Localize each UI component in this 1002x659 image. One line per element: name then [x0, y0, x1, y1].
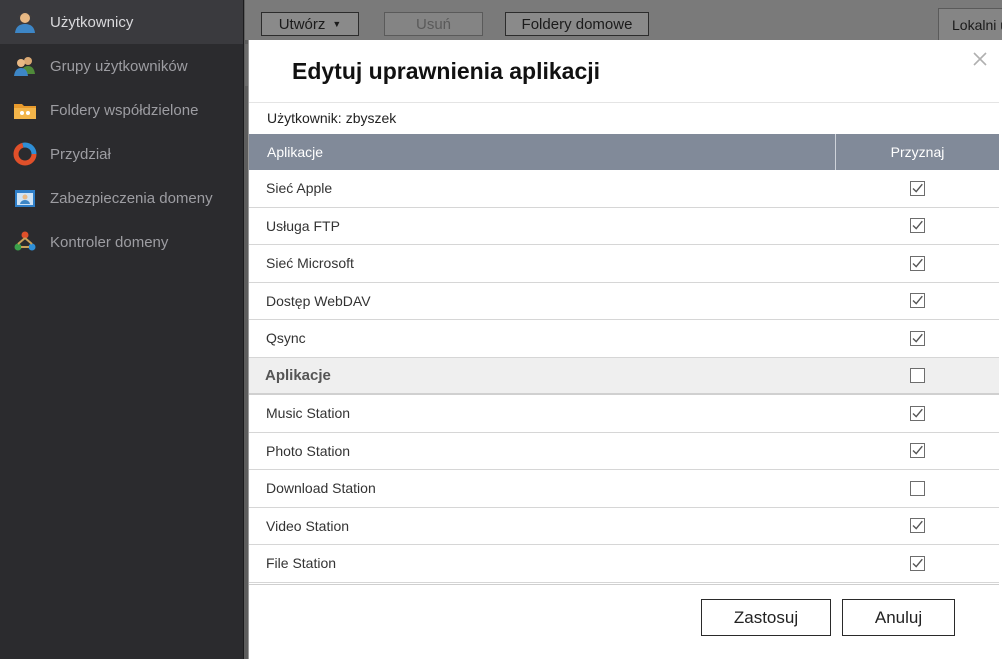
table-row: Photo Station — [249, 433, 999, 470]
dialog-title: Edytuj uprawnienia aplikacji — [292, 58, 601, 84]
grant-checkbox[interactable] — [910, 330, 925, 346]
shared-folder-icon — [12, 97, 38, 123]
apply-button[interactable]: Zastosuj — [701, 599, 831, 636]
row-label: Photo Station — [266, 442, 351, 459]
grant-checkbox[interactable] — [910, 480, 925, 496]
column-header-grant: Przyznaj — [890, 144, 945, 160]
grant-checkbox[interactable] — [910, 443, 925, 459]
sidebar-item-quota[interactable]: Przydział — [0, 132, 243, 176]
table-row: Video Station — [249, 508, 999, 545]
domain-security-icon — [12, 185, 38, 211]
check-icon — [912, 446, 923, 455]
domain-controller-icon — [12, 229, 38, 255]
check-icon — [912, 558, 923, 568]
local-users-label: Lokalni u — [952, 17, 1002, 33]
quota-icon — [12, 141, 38, 167]
check-icon — [912, 333, 923, 343]
sidebar-item-shared-folders[interactable]: Foldery współdzielone — [0, 88, 243, 132]
row-label: Download Station — [266, 480, 376, 497]
local-users-selector[interactable]: Lokalni u — [938, 8, 1002, 42]
table-row: Sieć Microsoft — [249, 245, 999, 283]
cancel-button[interactable]: Anuluj — [842, 599, 955, 636]
check-icon — [912, 408, 923, 418]
create-button[interactable]: Utwórz ▼ — [261, 12, 359, 36]
user-label: Użytkownik: — [267, 110, 342, 126]
table-row: Sieć Apple — [249, 170, 999, 208]
sidebar-item-user-groups[interactable]: Grupy użytkowników — [0, 44, 243, 88]
home-folders-button-label: Foldery domowe — [521, 15, 633, 33]
group-row-applications: Aplikacje — [249, 357, 999, 395]
table-row: Dostęp WebDAV — [249, 283, 999, 320]
row-label: Music Station — [266, 405, 351, 422]
group-label: Aplikacje — [265, 366, 331, 384]
sidebar-item-label: Grupy użytkowników — [50, 57, 188, 75]
edit-app-permissions-dialog: Edytuj uprawnienia aplikacji Użytkownik:… — [248, 40, 1002, 659]
row-label: File Station — [266, 555, 337, 572]
footer-divider — [249, 584, 999, 585]
user-value: zbyszek — [345, 110, 397, 126]
grant-checkbox[interactable] — [910, 218, 925, 234]
grant-checkbox[interactable] — [910, 293, 925, 309]
sidebar-item-label: Kontroler domeny — [50, 233, 169, 251]
table-row: File Station — [249, 545, 999, 583]
row-label: Sieć Microsoft — [266, 255, 354, 272]
row-label: Usługa FTP — [266, 217, 340, 234]
table-row: Download Station — [249, 470, 999, 508]
home-folders-button[interactable]: Foldery domowe — [505, 12, 649, 36]
table-row: Usługa FTP — [249, 208, 999, 245]
check-icon — [912, 521, 923, 530]
sidebar-item-label: Foldery współdzielone — [50, 101, 199, 119]
divider — [249, 102, 999, 103]
sidebar-item-label: Zabezpieczenia domeny — [50, 189, 213, 207]
table-row: Music Station — [249, 395, 999, 433]
grant-checkbox[interactable] — [910, 255, 925, 271]
column-header-app: Aplikacje — [249, 134, 836, 170]
check-icon — [912, 221, 923, 230]
apply-button-label: Zastosuj — [733, 607, 799, 627]
check-icon — [912, 258, 923, 268]
row-label: Dostęp WebDAV — [266, 292, 371, 309]
grant-checkbox[interactable] — [910, 555, 925, 571]
row-label: Qsync — [266, 330, 306, 347]
sidebar-item-label: Użytkownicy — [50, 13, 134, 31]
row-label: Sieć Apple — [266, 180, 333, 197]
check-icon — [912, 296, 923, 305]
delete-button[interactable]: Usuń — [384, 12, 483, 36]
delete-button-label: Usuń — [415, 15, 452, 33]
create-button-label: Utwórz — [278, 15, 326, 33]
check-icon — [912, 183, 923, 193]
grant-checkbox[interactable] — [910, 518, 925, 534]
group-grant-checkbox[interactable] — [910, 367, 925, 383]
close-icon[interactable] — [969, 48, 991, 70]
caret-down-icon: ▼ — [332, 19, 342, 29]
sidebar: Użytkownicy Grupy użytkowników Foldery w… — [0, 0, 244, 659]
user-info: Użytkownik: zbyszek — [267, 110, 396, 126]
user-icon — [12, 9, 38, 35]
table-row: Qsync — [249, 320, 999, 358]
grant-checkbox[interactable] — [910, 180, 925, 196]
grant-checkbox[interactable] — [910, 405, 925, 421]
sidebar-item-domain-security[interactable]: Zabezpieczenia domeny — [0, 176, 243, 220]
user-group-icon — [12, 53, 38, 79]
table-header: Aplikacje Przyznaj — [249, 134, 999, 170]
sidebar-item-users[interactable]: Użytkownicy — [0, 0, 243, 44]
cancel-button-label: Anuluj — [874, 607, 923, 627]
sidebar-item-label: Przydział — [50, 145, 111, 163]
sidebar-item-domain-controller[interactable]: Kontroler domeny — [0, 220, 243, 264]
permissions-table: Aplikacje Przyznaj Sieć Apple Usługa FTP S… — [249, 134, 999, 583]
row-label: Video Station — [266, 517, 350, 534]
